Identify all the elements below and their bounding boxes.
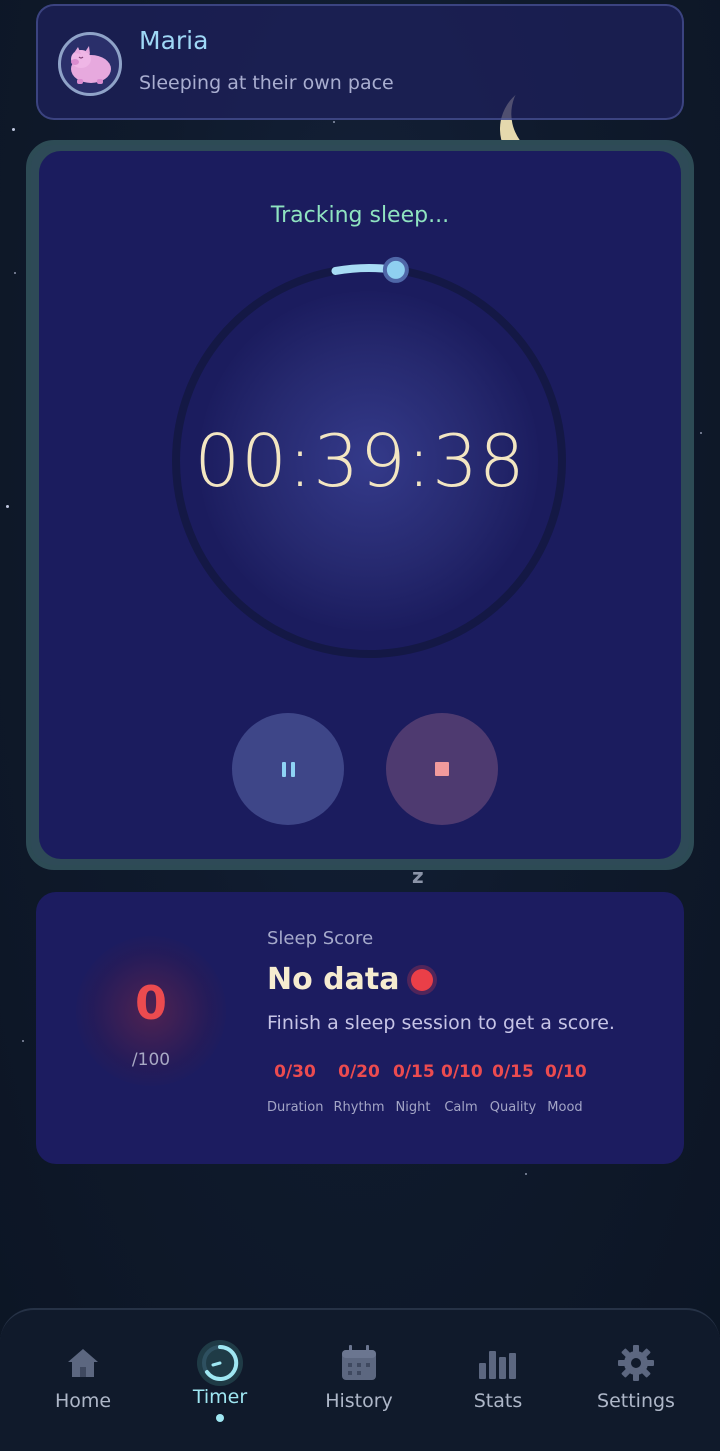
metric-value: 0/20 [338, 1062, 380, 1082]
score-headline-text: No data [267, 962, 400, 997]
stop-icon [435, 762, 449, 776]
score-headline: No data [267, 962, 434, 997]
timer-card-frame: Tracking sleep... 00:39:38 [26, 140, 694, 870]
metric-label: Rhythm [333, 1100, 385, 1115]
metric-value: 0/10 [545, 1062, 587, 1082]
nav-label: Settings [597, 1390, 675, 1412]
pause-button[interactable] [232, 713, 344, 825]
metric-calm: 0/10 Calm [441, 1062, 483, 1115]
score-description: Finish a sleep session to get a score. [267, 1012, 615, 1034]
nav-settings[interactable]: Settings [581, 1340, 691, 1412]
score-value: 0 [134, 976, 167, 1030]
nav-label: History [325, 1390, 393, 1412]
star-decoration [12, 128, 15, 131]
metric-label: Mood [547, 1100, 583, 1115]
star-decoration [22, 1040, 24, 1042]
home-icon [28, 1340, 138, 1386]
dial-progress-knob[interactable] [382, 256, 409, 283]
sleep-z-icon: z [412, 864, 424, 888]
metric-label: Duration [267, 1100, 324, 1115]
metric-rhythm: 0/20 Rhythm [331, 1062, 387, 1115]
metric-label: Night [395, 1100, 431, 1115]
profile-status: Sleeping at their own pace [139, 72, 394, 94]
star-decoration [525, 1173, 527, 1175]
profile-card[interactable]: Maria Sleeping at their own pace [36, 4, 684, 120]
bar-chart-icon [443, 1340, 553, 1386]
score-label: Sleep Score [267, 928, 374, 949]
metric-value: 0/10 [441, 1062, 483, 1082]
metric-label: Quality [489, 1100, 537, 1115]
metric-quality: 0/15 Quality [489, 1062, 537, 1115]
metric-night: 0/15 Night [393, 1062, 435, 1115]
metric-mood: 0/10 Mood [545, 1062, 587, 1115]
pause-icon [281, 761, 295, 777]
timer-icon [165, 1340, 275, 1386]
score-max: /100 [131, 1050, 171, 1070]
metric-label: Calm [444, 1100, 478, 1115]
metric-value: 0/30 [274, 1062, 316, 1082]
sleep-score-card[interactable]: 0 /100 Sleep Score No data Finish a slee… [36, 892, 684, 1164]
star-decoration [6, 505, 9, 508]
nav-timer[interactable]: Timer [165, 1340, 275, 1422]
nav-label: Home [54, 1390, 112, 1412]
nav-stats[interactable]: Stats [443, 1340, 553, 1412]
nav-label: Stats [473, 1390, 523, 1412]
sleeping-pig-icon [71, 46, 111, 84]
metric-value: 0/15 [393, 1062, 435, 1082]
gear-icon [581, 1340, 691, 1386]
status-dot-icon [411, 968, 434, 991]
avatar [58, 32, 122, 96]
profile-name: Maria [139, 26, 209, 55]
active-indicator [216, 1414, 224, 1422]
nav-home[interactable]: Home [28, 1340, 138, 1412]
tracking-status: Tracking sleep... [270, 203, 450, 228]
stop-button[interactable] [386, 713, 498, 825]
star-decoration [700, 432, 702, 434]
nav-history[interactable]: History [304, 1340, 414, 1412]
star-decoration [333, 121, 335, 123]
metric-duration: 0/30 Duration [267, 1062, 323, 1115]
calendar-icon [304, 1340, 414, 1386]
timer-card: Tracking sleep... 00:39:38 [39, 151, 681, 859]
bottom-nav: Home Timer History Stats Settings [0, 1308, 720, 1451]
metric-value: 0/15 [492, 1062, 534, 1082]
nav-label: Timer [192, 1386, 248, 1408]
star-decoration [14, 272, 16, 274]
elapsed-time: 00:39:38 [194, 419, 526, 503]
